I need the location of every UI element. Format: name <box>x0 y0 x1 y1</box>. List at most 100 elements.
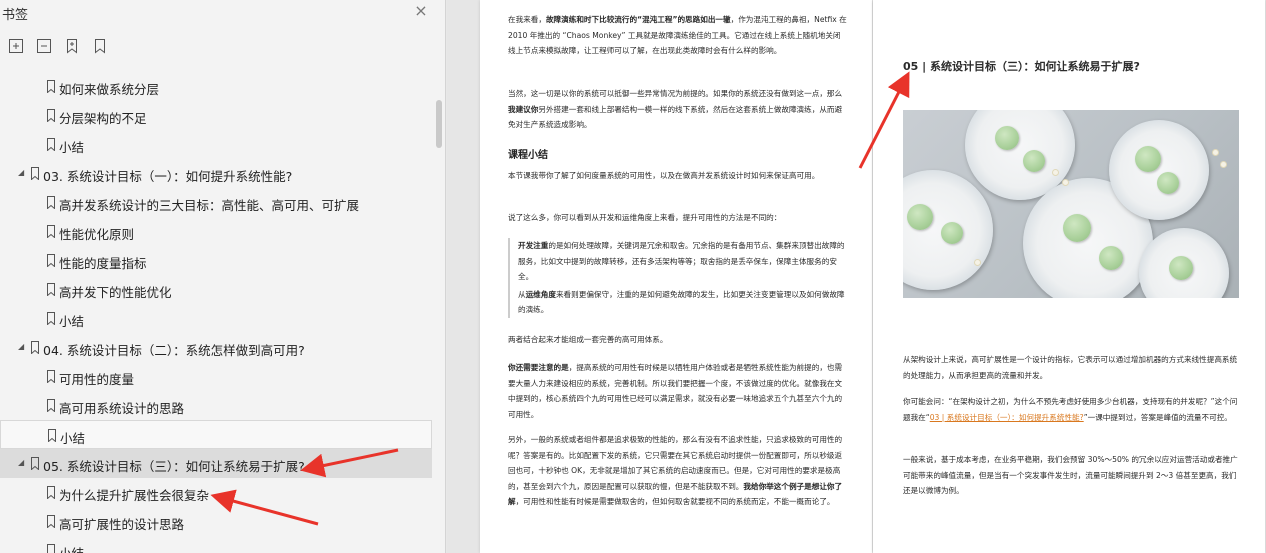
bookmark-label: 小结 <box>59 314 85 329</box>
bookmark-icon <box>46 196 56 210</box>
bookmark-chapter[interactable]: ◢ 03. 系统设计目标（一）：如何提升系统性能? <box>0 159 432 188</box>
macaron <box>1135 146 1161 172</box>
macaron <box>1099 246 1123 270</box>
text: 另外搭建一套和线上部署结构一模一样的线下系统，然后在这套系统上做故障演练，从而避… <box>508 104 843 130</box>
bookmark-item[interactable]: 性能的度量指标 <box>0 246 432 275</box>
text: 来看则更偏保守，注重的是如何避免故障的发生，比如更关注变更管理以及如何做故障的演… <box>518 289 845 315</box>
bookmark-label: 03. 系统设计目标（一）：如何提升系统性能? <box>43 169 293 184</box>
paragraph: 说了这么多，你可以看到从开发和运维角度上来看，提升可用性的方法是不同的： <box>508 213 782 222</box>
expand-all-icon[interactable] <box>8 38 26 56</box>
macaron <box>907 204 933 230</box>
paragraph: 从架构设计上来说，高可扩展性是一个设计的指标，它表示可以通过增加机器的方式来线性… <box>903 355 1238 380</box>
bookmark-label: 性能优化原则 <box>59 227 135 242</box>
bookmark-icon <box>46 399 56 413</box>
flower <box>1213 150 1218 155</box>
bookmark-icon <box>30 457 40 471</box>
page-left: 在我来看，故障演练和时下比较流行的“混沌工程”的思路如出一辙，作为混沌工程的鼻祖… <box>480 0 872 553</box>
chapter-title: 05 | 系统设计目标（三）：如何让系统易于扩展? <box>903 60 1140 73</box>
flower <box>975 260 980 265</box>
bold-text: 你还需要注意的是 <box>508 363 569 372</box>
bookmark-icon <box>46 515 56 529</box>
add-bookmark-icon[interactable] <box>64 38 82 56</box>
bold-text: 故障演练和时下比较流行的“混沌工程”的思路如出一辙 <box>545 15 731 24</box>
text: 从 <box>518 289 526 299</box>
section-heading: 课程小结 <box>508 150 548 161</box>
bookmark-label: 分层架构的不足 <box>59 111 147 126</box>
bookmark-item[interactable]: 高并发系统设计的三大目标：高性能、高可用、可扩展 <box>0 188 432 217</box>
bookmark-icon <box>46 80 56 94</box>
expand-toggle-icon[interactable]: ◢ <box>18 342 28 352</box>
bold-text: 我建议你 <box>508 104 539 114</box>
bookmark-label: 如何来做系统分层 <box>59 82 160 97</box>
quote-item: 开发注重的是如何处理故障，关键词是冗余和取舍。冗余指的是有备用节点、集群来顶替出… <box>518 238 848 285</box>
bookmark-item[interactable]: 性能优化原则 <box>0 217 432 246</box>
bookmark-icon <box>46 254 56 268</box>
bookmark-label: 高可扩展性的设计思路 <box>59 517 185 532</box>
paragraph: 当然，这一切是以你的系统可以抵御一些异常情况为前提的。如果你的系统还没有做到这一… <box>508 86 848 133</box>
collapse-all-icon[interactable] <box>36 38 54 56</box>
macaron <box>1063 214 1091 242</box>
bookmark-label: 高可用系统设计的思路 <box>59 401 185 416</box>
bookmark-chapter[interactable]: ◢ 05. 系统设计目标（三）：如何让系统易于扩展? <box>0 449 432 478</box>
bookmark-label: 高并发系统设计的三大目标：高性能、高可用、可扩展 <box>59 198 360 213</box>
bookmark-item[interactable]: 高并发下的性能优化 <box>0 275 432 304</box>
macaron <box>1023 150 1045 172</box>
bookmark-label: 05. 系统设计目标（三）：如何让系统易于扩展? <box>43 459 305 474</box>
bookmark-item[interactable]: 可用性的度量 <box>0 362 432 391</box>
quote-block: 开发注重的是如何处理故障，关键词是冗余和取舍。冗余指的是有备用节点、集群来顶替出… <box>508 238 848 318</box>
chapter-link[interactable]: 03 | 系统设计目标（一）：如何提升系统性能? <box>930 413 1084 422</box>
bookmark-item[interactable]: 高可用系统设计的思路 <box>0 391 432 420</box>
document-viewer: 在我来看，故障演练和时下比较流行的“混沌工程”的思路如出一辙，作为混沌工程的鼻祖… <box>447 0 1266 553</box>
bookmark-icon[interactable] <box>92 38 110 56</box>
macaron-photo <box>903 110 1239 298</box>
text: 的是如何处理故障，关键词是冗余和取舍。冗余指的是有备用节点、集群来顶替出故障的服… <box>518 241 845 281</box>
paragraph: 在我来看，故障演练和时下比较流行的“混沌工程”的思路如出一辙，作为混沌工程的鼻祖… <box>508 12 848 59</box>
bookmark-label: 性能的度量指标 <box>59 256 147 271</box>
bookmark-item[interactable]: 小结 <box>0 420 432 449</box>
bookmark-icon <box>46 370 56 384</box>
bookmark-item[interactable]: 小结 <box>0 304 432 333</box>
macaron <box>1157 172 1179 194</box>
bookmark-item[interactable]: 小结 <box>0 130 432 159</box>
bookmark-icon <box>46 109 56 123</box>
bookmark-icon <box>46 544 56 553</box>
bookmark-label: 04. 系统设计目标（二）：系统怎样做到高可用? <box>43 343 305 358</box>
bookmark-icon <box>46 283 56 297</box>
bookmark-item[interactable]: 小结 <box>0 536 432 553</box>
plate <box>1109 120 1209 220</box>
bookmark-item[interactable]: 为什么提升扩展性会很复杂 <box>0 478 432 507</box>
panel-header: 书签 × <box>0 0 445 28</box>
flower <box>1221 162 1226 167</box>
paragraph: 你还需要注意的是，提高系统的可用性有时候是以牺牲用户体验或者是牺牲系统性能为前提… <box>508 360 848 422</box>
bookmark-item[interactable]: 如何来做系统分层 <box>0 72 432 101</box>
bookmark-label: 小结 <box>59 543 84 553</box>
flower <box>1053 170 1058 175</box>
macaron <box>995 126 1019 150</box>
bookmark-item[interactable]: 高可扩展性的设计思路 <box>0 507 432 536</box>
bookmark-icon <box>47 429 57 443</box>
paragraph: 两者结合起来才能组成一套完善的高可用体系。 <box>508 335 668 344</box>
expand-toggle-icon[interactable]: ◢ <box>18 168 28 178</box>
bookmark-label: 小结 <box>60 431 86 446</box>
bookmark-chapter[interactable]: ◢ 04. 系统设计目标（二）：系统怎样做到高可用? <box>0 333 432 362</box>
text: ，可用性和性能有时候是需要做取舍的，但如何取舍就要视不同的系统而定，不能一概而论… <box>515 497 835 506</box>
panel-title: 书签 <box>2 8 29 23</box>
bookmark-item[interactable]: 分层架构的不足 <box>0 101 432 130</box>
paragraph: 本节课我带你了解了如何度量系统的可用性，以及在做高并发系统设计时如何来保证高可用… <box>508 171 820 180</box>
macaron <box>1169 256 1193 280</box>
flower <box>1063 180 1068 185</box>
quote-item: 从运维角度来看则更偏保守，注重的是如何避免故障的发生，比如更关注变更管理以及如何… <box>518 287 848 318</box>
bookmark-label: 小结 <box>59 140 85 155</box>
paragraph: 你可能会问：“在架构设计之初，为什么不预先考虑好使用多少台机器，支持现有的并发呢… <box>903 394 1243 425</box>
expand-toggle-icon[interactable]: ◢ <box>18 458 28 468</box>
close-icon[interactable]: × <box>412 2 430 20</box>
bookmark-icon <box>46 486 56 500</box>
bookmark-icon <box>30 167 40 181</box>
bookmark-panel: 书签 × 如何来做系统分层 分层架构的不足 小结 ◢ 03. 系统设计目标（一）：如何提… <box>0 0 446 553</box>
bold-text: 运维角度 <box>525 289 556 299</box>
scrollbar-thumb[interactable] <box>436 100 442 148</box>
page-right: 05 | 系统设计目标（三）：如何让系统易于扩展? 从架构设计上来说，高可扩展性… <box>873 0 1265 553</box>
bookmark-icon <box>46 312 56 326</box>
text: 在我来看， <box>508 15 546 24</box>
macaron <box>941 222 963 244</box>
